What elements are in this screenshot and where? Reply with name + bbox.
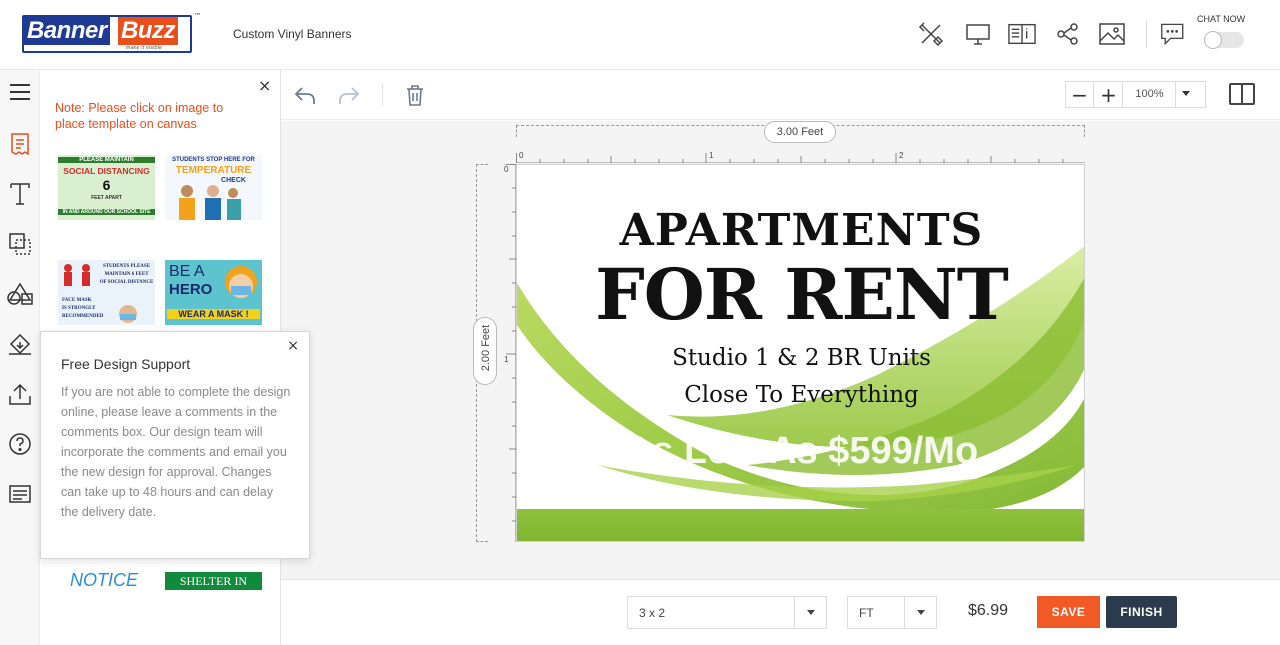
background-icon[interactable]: [6, 330, 34, 358]
ruler-top-label-1: 1: [709, 151, 714, 160]
ruler-top: 0 1 2: [516, 151, 1085, 163]
thumb-illustration: [179, 185, 241, 220]
help-icon[interactable]: [6, 430, 34, 458]
design-tools-icon[interactable]: [917, 20, 945, 48]
tool-rail: [0, 70, 40, 645]
ruler-top-label-0: 0: [519, 151, 524, 160]
design-canvas[interactable]: APARTMENTS FOR RENT Studio 1 & 2 BR Unit…: [516, 164, 1085, 542]
chat-now-label: CHAT NOW: [1197, 14, 1246, 24]
ruler-left: 0 1: [504, 164, 516, 542]
size-select-value: 3 x 2: [639, 606, 666, 620]
toggle-panel-icon[interactable]: [1229, 83, 1255, 105]
logo-word-banner: Banner: [24, 17, 110, 45]
thumb-text: TEMPERATURE: [175, 165, 252, 176]
shapes-icon[interactable]: [6, 280, 34, 308]
chevron-down-icon[interactable]: [1182, 91, 1190, 96]
banner-headline-line2[interactable]: FOR RENT: [517, 255, 1084, 335]
upload-icon[interactable]: [6, 380, 34, 408]
design-support-popup: × Free Design Support If you are not abl…: [40, 331, 310, 559]
height-dimension-label: 2.00 Feet: [473, 317, 497, 385]
editor-footer: 3 x 2 FT $6.99 SAVE FINISH: [281, 579, 1280, 645]
size-select-toggle[interactable]: [794, 597, 826, 628]
thumb-text: HERO: [169, 281, 213, 298]
banner-headline-line1[interactable]: APARTMENTS: [517, 205, 1084, 257]
banner-subtext-location[interactable]: Close To Everything: [517, 380, 1084, 410]
image-icon[interactable]: [1098, 20, 1126, 48]
height-dimension-text: 2.00 Feet: [480, 324, 492, 372]
monitor-icon[interactable]: [964, 20, 992, 48]
delete-icon[interactable]: [402, 82, 428, 108]
zoom-out-button[interactable]: −: [1066, 82, 1094, 107]
price-display: $6.99: [968, 602, 1009, 619]
banner-subtext-units[interactable]: Studio 1 & 2 BR Units: [517, 343, 1084, 373]
panel-close-icon[interactable]: ×: [258, 76, 271, 95]
support-body: If you are not able to complete the desi…: [61, 385, 291, 519]
bannerbuzz-logo[interactable]: Banner Buzz make it visible: [22, 15, 192, 53]
thumb-text: PLEASE MAINTAIN: [58, 157, 155, 163]
thumb-illustration: [225, 266, 257, 298]
template-thumbnail-notice[interactable]: NOTICE: [70, 570, 138, 591]
banner-price-text[interactable]: As Low As $599/Mo: [517, 429, 1084, 473]
logo-trademark: ™: [194, 12, 201, 20]
logo-tagline: make it visible: [125, 45, 162, 51]
chat-toggle[interactable]: [1204, 31, 1244, 49]
save-button[interactable]: SAVE: [1037, 596, 1100, 628]
thumb-text: WEAR A MASK !: [167, 309, 260, 319]
share-icon[interactable]: [1054, 20, 1082, 48]
menu-icon[interactable]: [6, 78, 34, 106]
canvas-workspace: 3.00 Feet 0 1 2 2.00 Feet 0 1 APARTMENTS…: [281, 121, 1280, 579]
thumb-illustration: [64, 264, 137, 323]
header: Banner Buzz make it visible ™ Custom Vin…: [0, 0, 1280, 70]
clipart-icon[interactable]: [6, 230, 34, 258]
ruler-left-label-0: 0: [504, 165, 509, 174]
thumb-text: BE A: [169, 263, 205, 280]
thumb-text: STUDENTS STOP HERE FOR: [172, 157, 255, 163]
size-select[interactable]: 3 x 2: [627, 596, 827, 629]
zoom-control: − + 100%: [1065, 81, 1206, 108]
toolbar-divider: [382, 84, 383, 106]
banner-bottom-band[interactable]: [517, 509, 1084, 541]
unit-select-value: FT: [859, 606, 874, 620]
template-thumbnail-shelter-in-place[interactable]: SHELTER IN PLACE: [165, 572, 262, 590]
redo-icon[interactable]: [336, 82, 362, 108]
thumb-text: 6: [102, 177, 111, 193]
support-close-icon[interactable]: ×: [287, 338, 299, 354]
ruler-top-label-2: 2: [899, 151, 904, 160]
zoom-in-button[interactable]: +: [1095, 82, 1123, 107]
guide-book-icon[interactable]: [1008, 20, 1036, 48]
editor-toolbar: − + 100%: [281, 70, 1280, 120]
zoom-value[interactable]: 100%: [1124, 82, 1176, 107]
width-dimension-label: 3.00 Feet: [764, 121, 836, 143]
chat-bubble-icon[interactable]: [1160, 20, 1188, 48]
thumb-text: SOCIAL DISTANCING: [63, 166, 150, 176]
text-icon[interactable]: [6, 180, 34, 208]
template-thumbnail-social-distancing[interactable]: PLEASE MAINTAIN SOCIAL DISTANCING 6 FEET…: [58, 155, 155, 220]
undo-icon[interactable]: [292, 82, 318, 108]
unit-select-toggle[interactable]: [904, 597, 936, 628]
chat-toggle-knob: [1204, 31, 1222, 49]
template-thumbnail-be-a-hero[interactable]: BE A HERO WEAR A MASK !: [165, 260, 262, 325]
unit-select[interactable]: FT: [847, 596, 937, 629]
template-thumbnail-face-mask[interactable]: STUDENTS PLEASE MAINTAIN 6 FEET OF SOCIA…: [58, 260, 155, 325]
thumb-text: FEET APART: [91, 195, 122, 201]
panel-note: Note: Please click on image to place tem…: [55, 101, 224, 131]
thumb-text: IN AND AROUND OUR SCHOOL SITE: [58, 209, 155, 215]
ruler-left-label-1: 1: [504, 355, 509, 364]
comments-icon[interactable]: [6, 480, 34, 508]
product-name: Custom Vinyl Banners: [233, 27, 352, 41]
finish-button[interactable]: FINISH: [1106, 596, 1177, 628]
chevron-down-icon: [917, 610, 925, 615]
chevron-down-icon: [807, 610, 815, 615]
support-title: Free Design Support: [61, 356, 191, 372]
header-divider: [1146, 20, 1147, 48]
templates-icon[interactable]: [6, 130, 34, 158]
template-thumbnail-temperature-check[interactable]: STUDENTS STOP HERE FOR TEMPERATURE CHECK: [165, 155, 262, 220]
logo-word-buzz: Buzz: [118, 17, 178, 45]
